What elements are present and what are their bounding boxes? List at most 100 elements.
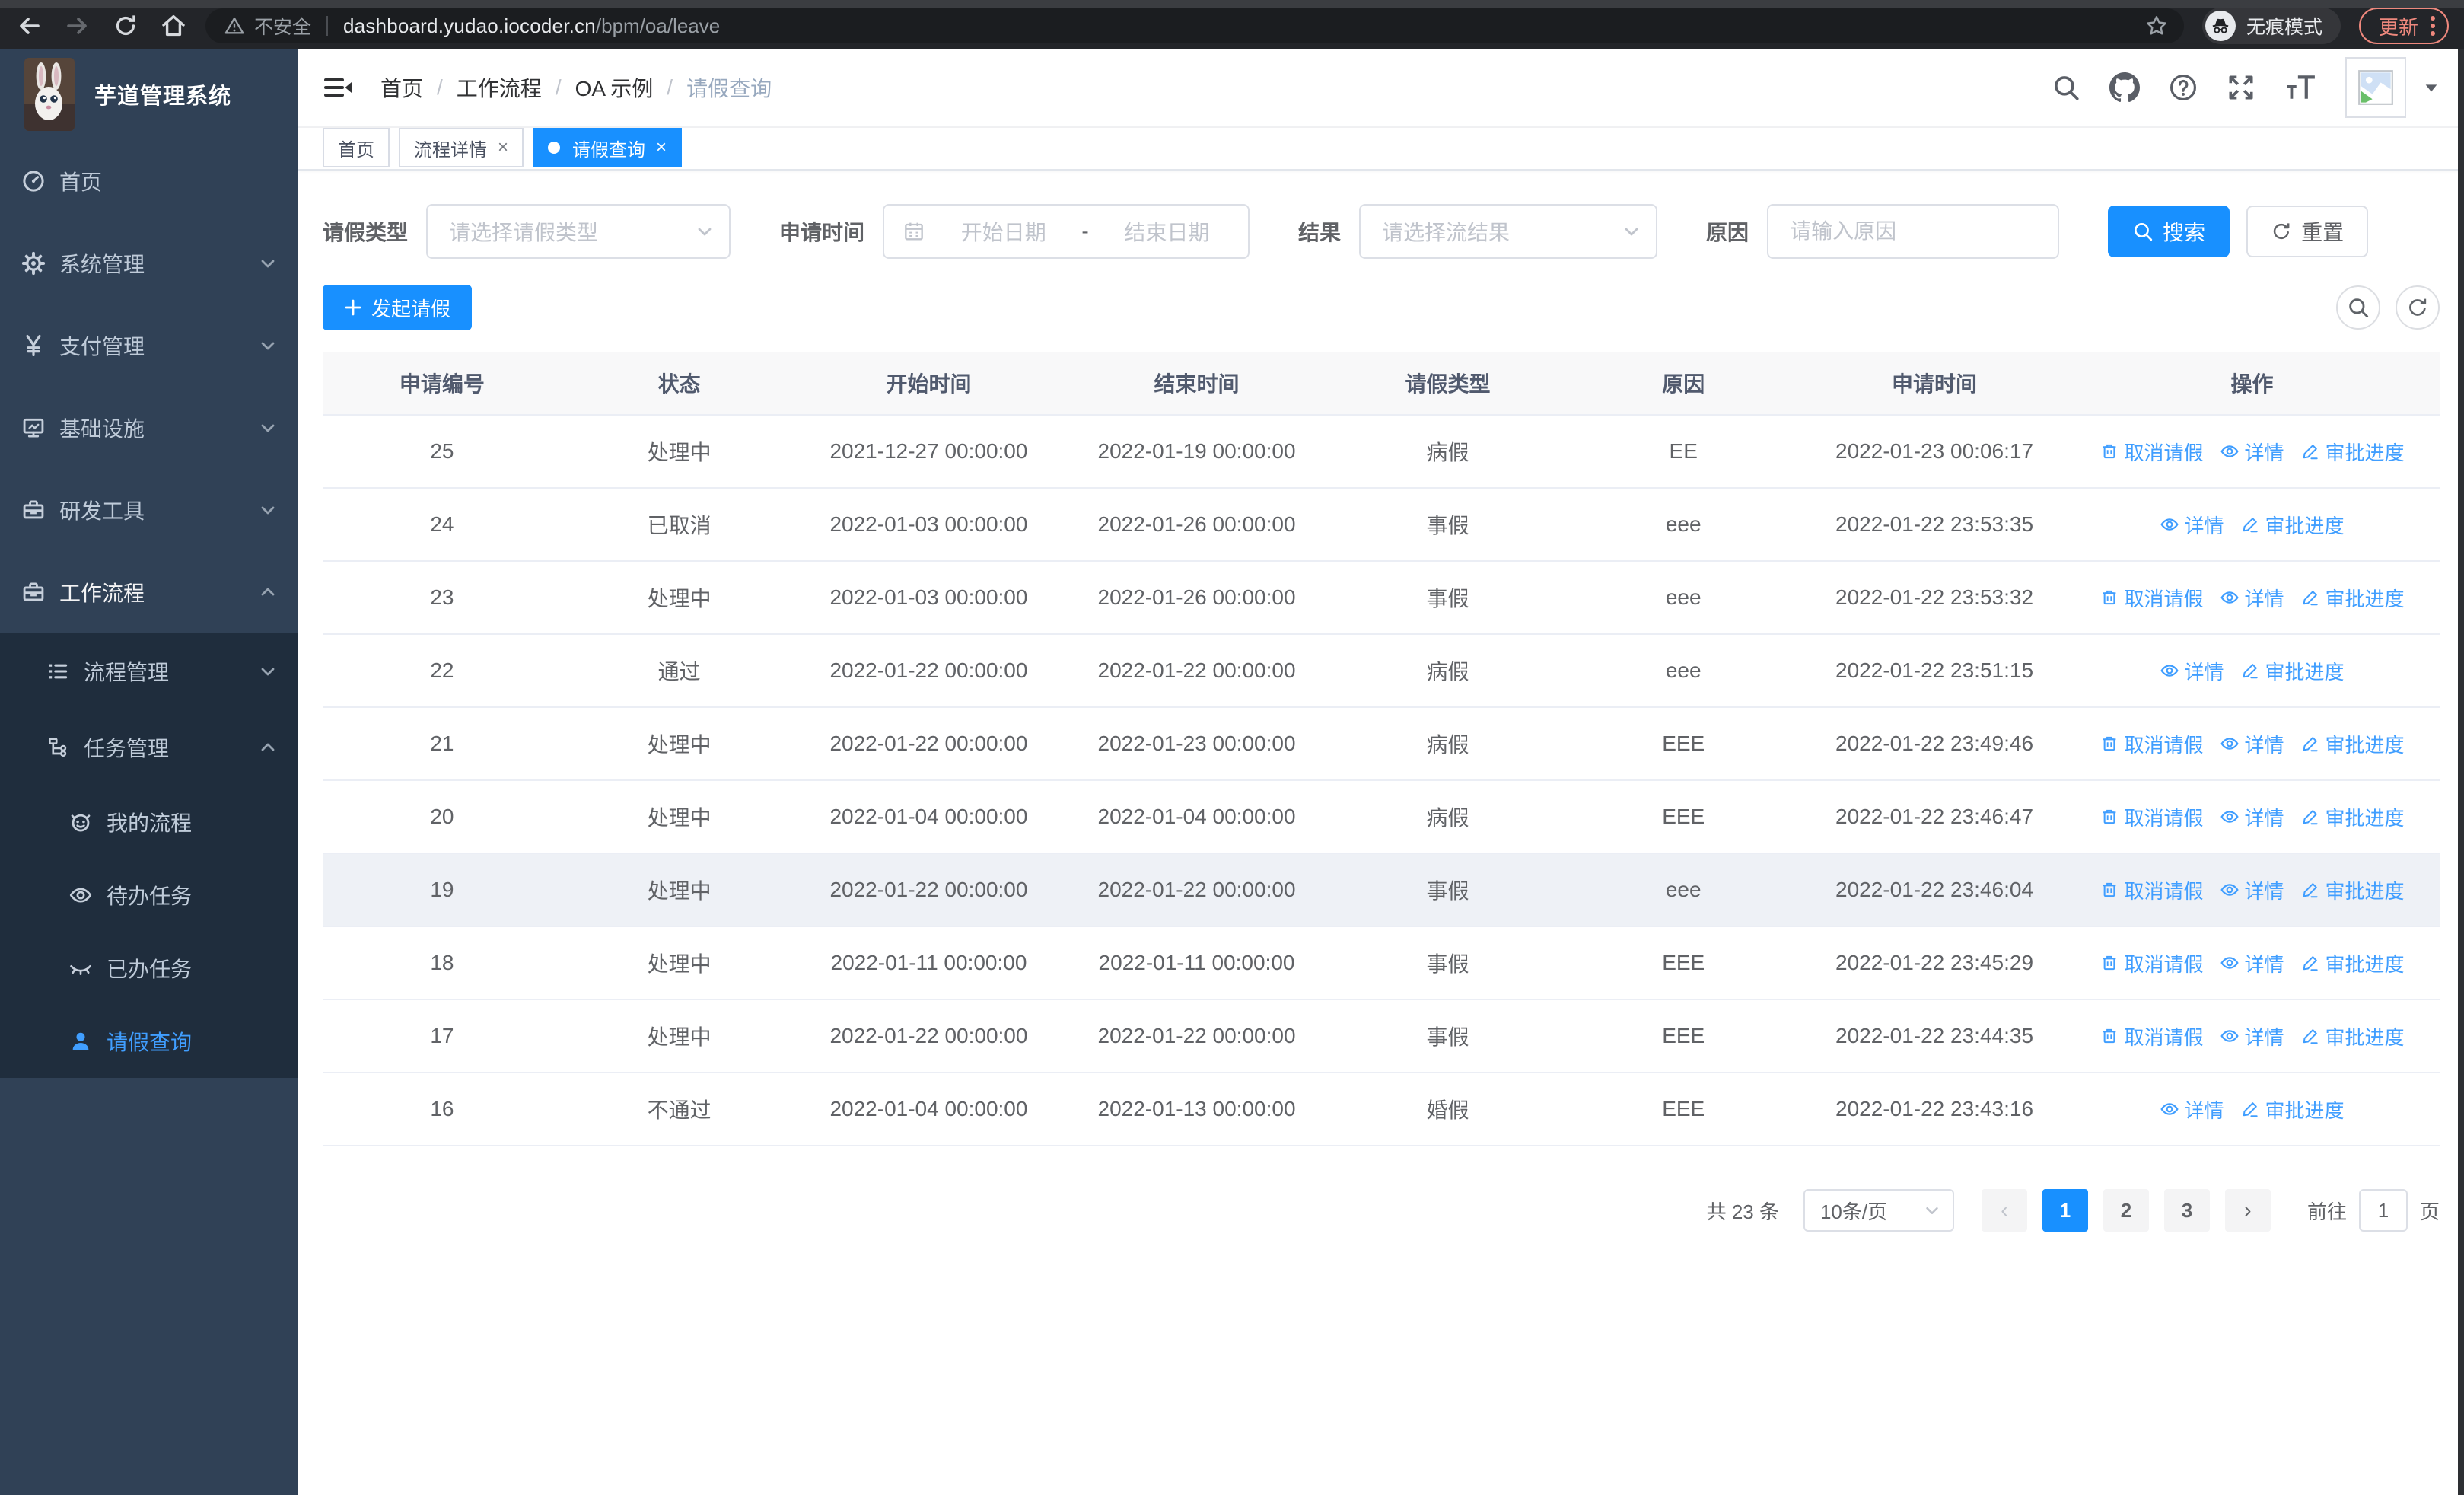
sidebar-item-leave-query[interactable]: 请假查询 xyxy=(0,1005,298,1078)
browser-home-icon[interactable] xyxy=(160,12,187,40)
create-leave-button[interactable]: 发起请假 xyxy=(323,285,473,330)
detail-link[interactable]: 详情 xyxy=(2220,1022,2284,1050)
sidebar-item-payment[interactable]: 支付管理 xyxy=(0,304,298,387)
progress-link[interactable]: 审批进度 xyxy=(2300,1022,2404,1050)
tab-close-icon[interactable]: × xyxy=(656,137,667,158)
action-label: 详情 xyxy=(2244,952,2284,976)
prev-page-button[interactable]: ‹ xyxy=(1981,1189,2027,1232)
reset-button[interactable]: 重置 xyxy=(2246,206,2369,257)
table-row: 24 已取消 2022-01-03 00:00:00 2022-01-26 00:00… xyxy=(323,489,2440,562)
breadcrumb-workflow[interactable]: 工作流程 xyxy=(457,72,542,103)
detail-link[interactable]: 详情 xyxy=(2160,657,2224,685)
breadcrumb-separator: / xyxy=(555,75,562,99)
cell-applyTime: 2022-01-22 23:53:32 xyxy=(1835,585,2034,609)
toggle-search-button[interactable] xyxy=(2336,285,2380,330)
cancel-leave-link[interactable]: 取消请假 xyxy=(2099,730,2203,758)
refresh-table-button[interactable] xyxy=(2396,285,2440,330)
not-secure-icon xyxy=(224,15,245,37)
detail-link[interactable]: 详情 xyxy=(2160,1095,2224,1124)
font-size-icon[interactable] xyxy=(2284,73,2316,102)
pen-icon xyxy=(2240,661,2260,681)
progress-link[interactable]: 审批进度 xyxy=(2300,876,2404,904)
reason-input[interactable] xyxy=(1768,206,2058,257)
browser-forward-icon[interactable] xyxy=(64,12,91,40)
tab-process-detail[interactable]: 流程详情 × xyxy=(399,128,524,167)
page-button-1[interactable]: 1 xyxy=(2042,1189,2088,1232)
table-row: 23 处理中 2022-01-03 00:00:00 2022-01-26 00:00… xyxy=(323,562,2440,635)
sidebar-item-todo-tasks[interactable]: 待办任务 xyxy=(0,859,298,932)
detail-link[interactable]: 详情 xyxy=(2220,730,2284,758)
fullscreen-icon[interactable] xyxy=(2227,73,2255,102)
cell-end: 2022-01-04 00:00:00 xyxy=(1097,805,1296,828)
sidebar-item-infrastructure[interactable]: 基础设施 xyxy=(0,387,298,469)
search-button[interactable]: 搜索 xyxy=(2108,206,2230,257)
sidebar-item-my-process[interactable]: 我的流程 xyxy=(0,786,298,859)
table-row: 18 处理中 2022-01-11 00:00:00 2022-01-11 00:00… xyxy=(323,927,2440,1000)
browser-back-icon[interactable] xyxy=(15,12,43,40)
browser-update-button[interactable]: 更新 xyxy=(2358,8,2449,44)
sidebar-item-workflow[interactable]: 工作流程 xyxy=(0,551,298,633)
sidebar-item-system[interactable]: 系统管理 xyxy=(0,222,298,304)
progress-link[interactable]: 审批进度 xyxy=(2240,511,2344,539)
detail-link[interactable]: 详情 xyxy=(2220,876,2284,904)
search-icon[interactable] xyxy=(2052,73,2080,102)
sidebar-item-home[interactable]: 首页 xyxy=(0,140,298,222)
progress-link[interactable]: 审批进度 xyxy=(2240,657,2344,685)
browser-reload-icon[interactable] xyxy=(113,13,138,39)
cancel-leave-link[interactable]: 取消请假 xyxy=(2099,876,2203,904)
table-row: 20 处理中 2022-01-04 00:00:00 2022-01-04 00:00… xyxy=(323,781,2440,854)
goto-page-input[interactable] xyxy=(2358,1189,2408,1232)
avatar[interactable] xyxy=(2345,57,2406,118)
tab-close-icon[interactable]: × xyxy=(498,137,508,158)
bookmark-star-icon[interactable] xyxy=(2144,14,2169,38)
detail-link[interactable]: 详情 xyxy=(2220,803,2284,831)
eye-icon xyxy=(2220,953,2240,973)
tab-leave-query[interactable]: 请假查询 × xyxy=(533,128,683,167)
cancel-leave-link[interactable]: 取消请假 xyxy=(2099,803,2203,831)
cell-actions: 取消请假 详情 审批进度 xyxy=(2064,1022,2440,1050)
cancel-leave-link[interactable]: 取消请假 xyxy=(2099,949,2203,977)
detail-link[interactable]: 详情 xyxy=(2160,511,2224,539)
detail-link[interactable]: 详情 xyxy=(2220,949,2284,977)
cell-status: 已取消 xyxy=(647,514,712,537)
cell-status: 处理中 xyxy=(647,806,712,830)
page-button-2[interactable]: 2 xyxy=(2103,1189,2149,1232)
cell-end: 2022-01-19 00:00:00 xyxy=(1097,439,1296,463)
detail-link[interactable]: 详情 xyxy=(2220,438,2284,466)
breadcrumb-home[interactable]: 首页 xyxy=(380,72,423,103)
tab-home[interactable]: 首页 xyxy=(323,128,390,167)
address-bar[interactable]: 不安全 dashboard.yudao.iocoder.cn/bpm/oa/le… xyxy=(205,8,2184,43)
reason-label: 原因 xyxy=(1706,221,1749,244)
page-size-select[interactable]: 10条/页 xyxy=(1803,1189,1954,1232)
browser-menu-icon[interactable] xyxy=(2431,16,2435,36)
cell-status: 不通过 xyxy=(647,1098,712,1122)
cancel-leave-link[interactable]: 取消请假 xyxy=(2099,584,2203,612)
sidebar-item-done-tasks[interactable]: 已办任务 xyxy=(0,932,298,1005)
user-menu-caret-icon[interactable] xyxy=(2423,79,2440,96)
progress-link[interactable]: 审批进度 xyxy=(2300,438,2404,466)
help-icon[interactable] xyxy=(2169,73,2198,102)
sidebar-item-process-management[interactable]: 流程管理 xyxy=(0,633,298,709)
page-button-3[interactable]: 3 xyxy=(2163,1189,2210,1232)
github-icon[interactable] xyxy=(2109,72,2140,103)
table-row: 21 处理中 2022-01-22 00:00:00 2022-01-23 00:00… xyxy=(323,708,2440,781)
progress-link[interactable]: 审批进度 xyxy=(2300,949,2404,977)
cell-start: 2022-01-22 00:00:00 xyxy=(829,878,1028,901)
progress-link[interactable]: 审批进度 xyxy=(2300,730,2404,758)
sidebar-item-task-management[interactable]: 任务管理 xyxy=(0,709,298,786)
sidebar-item-devtools[interactable]: 研发工具 xyxy=(0,469,298,551)
detail-link[interactable]: 详情 xyxy=(2220,584,2284,612)
cell-start: 2022-01-22 00:00:00 xyxy=(829,732,1028,755)
app-title: 芋道管理系统 xyxy=(94,84,232,109)
progress-link[interactable]: 审批进度 xyxy=(2300,803,2404,831)
next-page-button[interactable]: › xyxy=(2224,1189,2271,1232)
progress-link[interactable]: 审批进度 xyxy=(2300,584,2404,612)
leave-type-select[interactable]: 请选择请假类型 xyxy=(426,204,731,259)
breadcrumb-oa-example[interactable]: OA 示例 xyxy=(575,72,654,103)
result-select[interactable]: 请选择流结果 xyxy=(1359,204,1658,259)
progress-link[interactable]: 审批进度 xyxy=(2240,1095,2344,1124)
cancel-leave-link[interactable]: 取消请假 xyxy=(2099,1022,2203,1050)
sidebar-collapse-icon[interactable] xyxy=(323,74,353,101)
cancel-leave-link[interactable]: 取消请假 xyxy=(2099,438,2203,466)
apply-time-range-picker[interactable]: 开始日期 - 结束日期 xyxy=(883,204,1250,259)
